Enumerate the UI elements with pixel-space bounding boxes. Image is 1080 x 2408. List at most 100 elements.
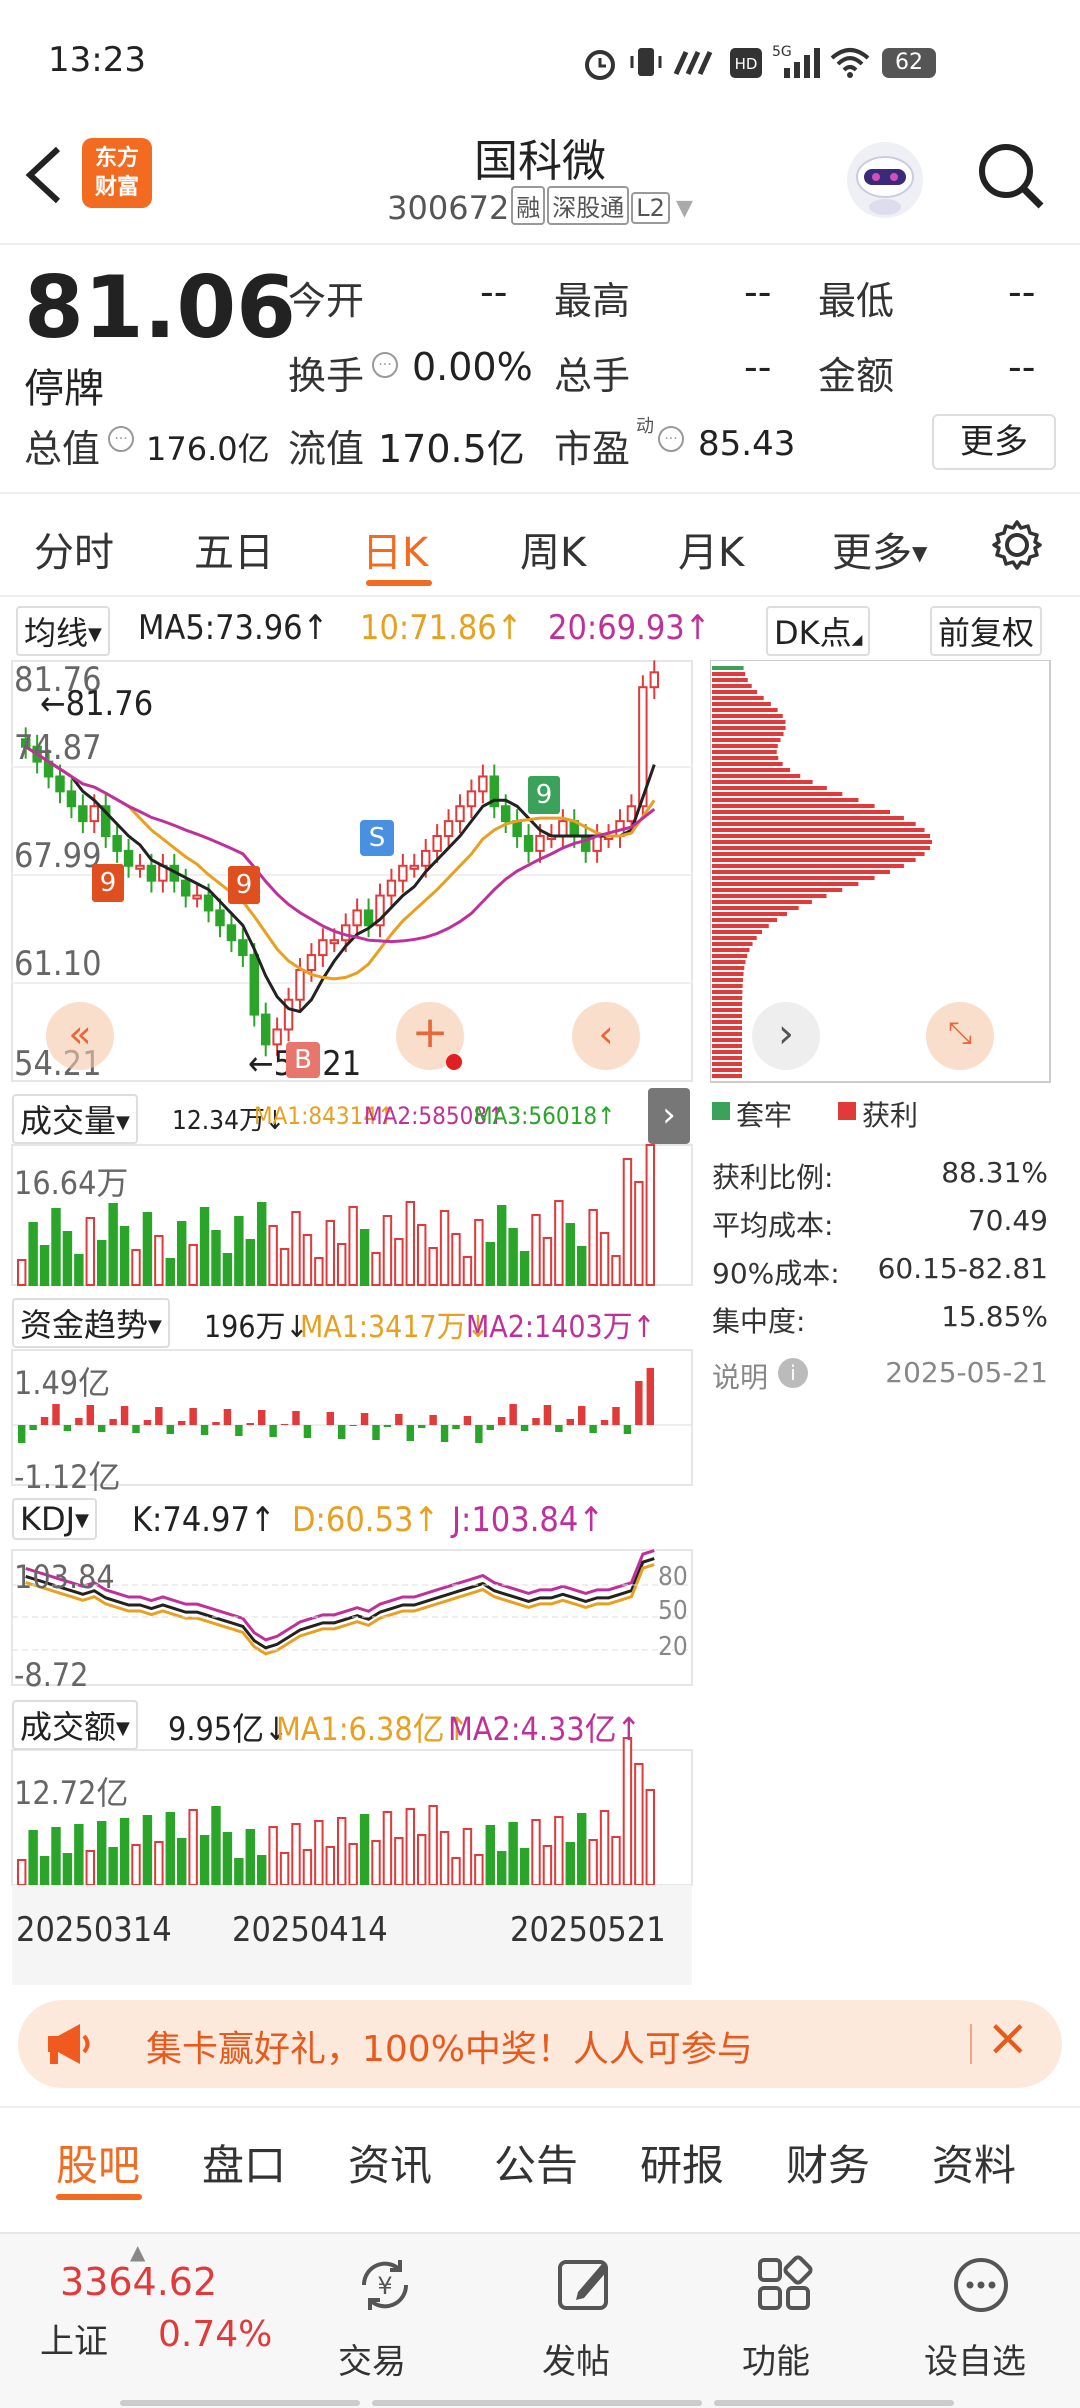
profit-ratio-value: 88.31%	[941, 1156, 1048, 1189]
legend-profit: 获利	[862, 1099, 919, 1132]
chip-bar	[712, 750, 777, 754]
ma-selector[interactable]: 均线▼	[16, 606, 110, 656]
amount-bar	[85, 1850, 95, 1886]
volume-bar	[428, 1247, 438, 1286]
scroll-left-fast-button[interactable]: «	[46, 1002, 114, 1070]
volume-bar	[417, 1224, 427, 1286]
amount-bar	[154, 1841, 164, 1886]
volume-bar	[554, 1200, 564, 1286]
index-change[interactable]: 0.74%	[158, 2314, 272, 2355]
chip-bar	[712, 678, 748, 682]
tab-research[interactable]: 研报	[640, 2132, 724, 2193]
fund-bar	[566, 1419, 574, 1425]
close-icon[interactable]: ×	[986, 2008, 1030, 2068]
amount-bar	[268, 1826, 278, 1886]
tab-monthly-k[interactable]: 月K	[678, 520, 744, 578]
nav-add-watchlist[interactable]: 设自选	[914, 2254, 1054, 2394]
nav-post[interactable]: 发帖	[530, 2254, 646, 2394]
more-button[interactable]: 更多	[932, 414, 1056, 470]
fund-bar	[612, 1407, 620, 1425]
chip-bar	[712, 702, 771, 706]
tab-more[interactable]: 更多▼	[832, 520, 927, 578]
tab-five-day[interactable]: 五日	[194, 520, 274, 578]
fund-bar	[98, 1425, 106, 1432]
amount-bar	[439, 1831, 450, 1886]
fund-selector[interactable]: 资金趋势▼	[12, 1298, 170, 1348]
fund-bar	[189, 1408, 197, 1425]
chip-next-button[interactable]: ›	[752, 1002, 820, 1070]
chevron-down-icon[interactable]: ▼	[676, 196, 693, 221]
amount-selector[interactable]: 成交额▼	[12, 1700, 138, 1750]
tag-l2[interactable]: L2	[631, 192, 670, 224]
chip-bar	[712, 978, 743, 982]
tab-announcements[interactable]: 公告	[494, 2132, 578, 2193]
robot-assistant-icon[interactable]	[840, 135, 930, 225]
chip-bar	[712, 936, 757, 940]
info-dots-icon[interactable]: ···	[658, 426, 684, 452]
fund-bar	[486, 1425, 494, 1430]
fund-bar	[532, 1418, 540, 1425]
tab-orderbook[interactable]: 盘口	[202, 2132, 286, 2193]
candle-body	[501, 805, 511, 823]
promo-banner[interactable]: 集卡赢好礼，100%中奖！人人可参与 ×	[18, 2000, 1062, 2088]
scroll-left-button[interactable]: ‹	[572, 1002, 640, 1070]
candle-body	[215, 909, 225, 927]
volume-bar	[302, 1234, 313, 1286]
expand-icon[interactable]: ⤡	[926, 1002, 994, 1070]
expand-panel-button[interactable]: ›	[648, 1088, 690, 1144]
settings-gear-icon[interactable]	[990, 518, 1044, 572]
chip-bar	[712, 1062, 743, 1066]
nav-trade[interactable]: ¥ 交易	[328, 2254, 444, 2394]
tab-profile[interactable]: 资料	[932, 2132, 1016, 2193]
tab-intraday[interactable]: 分时	[34, 520, 114, 578]
tab-weekly-k[interactable]: 周K	[520, 520, 586, 578]
fund-ma1: MA1:3417万↓	[300, 1310, 490, 1345]
amount-bar	[314, 1820, 324, 1886]
volume-selector[interactable]: 成交量▼	[12, 1094, 138, 1144]
candle-body	[203, 894, 214, 912]
candle-body	[89, 805, 99, 823]
volume-bar	[97, 1240, 107, 1286]
volume-bar	[371, 1252, 381, 1286]
index-value[interactable]: 3364.62	[60, 2260, 217, 2304]
volume-bar	[28, 1222, 38, 1286]
amount-bar	[74, 1824, 84, 1886]
adjust-button[interactable]: 前复权	[930, 606, 1043, 656]
pe-superscript: 动	[636, 416, 654, 437]
candle-body	[249, 954, 259, 1016]
volume-bar	[222, 1253, 233, 1286]
chip-bar	[712, 954, 748, 958]
sell-signal-badge[interactable]: S	[360, 820, 394, 856]
fund-bar	[143, 1420, 152, 1425]
fund-bar	[29, 1425, 37, 1430]
fund-bar	[372, 1425, 380, 1440]
buy-signal-badge[interactable]: B	[286, 1042, 320, 1078]
info-dots-icon[interactable]: ···	[372, 352, 398, 378]
chip-bar	[712, 906, 799, 910]
volume-bar	[154, 1235, 164, 1286]
volume-bar	[634, 1181, 644, 1286]
low-value: --	[1008, 270, 1036, 314]
kline-ytick-2: 67.99	[14, 836, 102, 876]
index-name[interactable]: 上证	[40, 2314, 108, 2363]
candle-body	[432, 835, 442, 852]
tab-daily-k[interactable]: 日K	[362, 520, 428, 578]
candle-body	[409, 864, 420, 870]
volume-bar	[359, 1229, 370, 1286]
kdj-selector[interactable]: KDJ▼	[12, 1498, 97, 1540]
dk-point-button[interactable]: DK点◢	[766, 606, 871, 656]
search-icon[interactable]	[975, 140, 1047, 212]
alarm-icon	[582, 46, 618, 82]
tab-financials[interactable]: 财务	[786, 2132, 870, 2193]
fund-bar	[440, 1425, 449, 1442]
chip-bar	[712, 894, 827, 898]
nav-functions[interactable]: 功能	[730, 2254, 846, 2394]
nine-turn-badge: 9	[92, 864, 124, 902]
chip-bar	[712, 744, 778, 748]
tab-news[interactable]: 资讯	[348, 2132, 432, 2193]
info-dots-icon[interactable]: ···	[108, 426, 134, 452]
fund-bar	[520, 1425, 529, 1431]
volume-bar	[39, 1245, 50, 1286]
tab-forum[interactable]: 股吧	[56, 2132, 140, 2193]
battery-icon: 62	[882, 48, 936, 78]
